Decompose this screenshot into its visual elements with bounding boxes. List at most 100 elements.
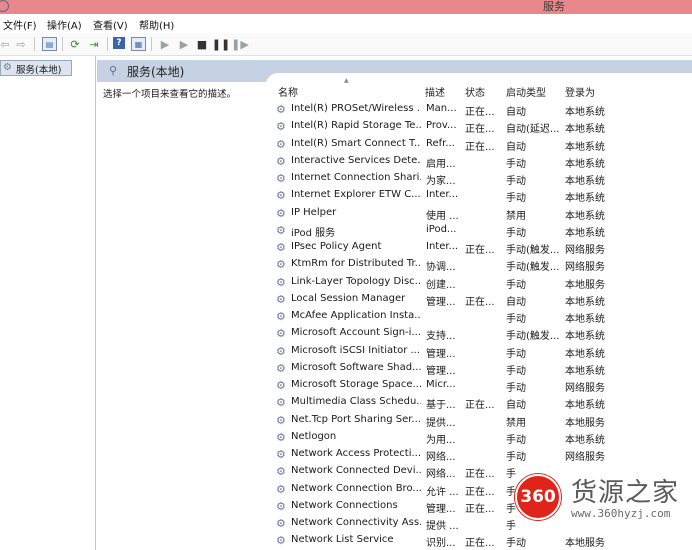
service-startup-type: 手动 — [506, 158, 526, 170]
service-gear-icon: ⚙ — [276, 154, 286, 168]
service-row[interactable]: ⚙ IPsec Policy Agent Inter... 正在... 手动(触发...… — [266, 239, 692, 256]
column-header-name[interactable]: 名称 — [278, 84, 298, 99]
start-service-icon[interactable]: ▶ — [158, 37, 172, 51]
stop-service-icon[interactable]: ■ — [195, 37, 209, 51]
title-bar: 服务 — [0, 0, 692, 14]
service-description: Micr... — [426, 379, 456, 390]
restart-service-icon[interactable]: ❚▶ — [231, 37, 249, 51]
service-status: 正在... — [465, 124, 495, 136]
service-row[interactable]: ⚙ Netlogon 为用... 手动 本地系统 — [266, 429, 692, 446]
column-header-description[interactable]: 描述 — [425, 84, 445, 99]
service-gear-icon: ⚙ — [276, 258, 286, 272]
show-hide-console-tree-icon[interactable]: ▤ — [42, 37, 57, 51]
column-header-status[interactable]: 状态 — [465, 84, 485, 99]
sort-ascending-icon: ▲ — [344, 77, 349, 84]
service-row[interactable]: ⚙ iPod 服务 iPod... 手动 本地系统 — [266, 222, 692, 239]
service-name: Netlogon — [291, 430, 337, 442]
service-gear-icon: ⚙ — [276, 172, 286, 185]
start-service-alt-icon[interactable]: ▶ — [177, 37, 191, 51]
service-row[interactable]: ⚙ Microsoft Account Sign-i... 支持... 手动(触发..… — [266, 325, 692, 342]
service-name: Network Connection Bro... — [291, 482, 421, 494]
help-icon[interactable]: ? — [113, 37, 125, 49]
service-description: 创建... — [426, 279, 456, 291]
service-description: 启用... — [426, 158, 456, 170]
properties-icon[interactable]: ▦ — [131, 37, 146, 51]
service-description: Inter... — [426, 189, 459, 201]
service-startup-type: 手动 — [506, 176, 526, 187]
service-name: Network Connected Devi... — [291, 465, 421, 477]
console-tree: ⚙ 服务(本地) — [0, 56, 96, 550]
toolbar-separator — [62, 37, 63, 51]
column-header-startup-type[interactable]: 启动类型 — [506, 84, 546, 99]
service-logon-as: 网络服务 — [565, 452, 605, 463]
refresh-icon[interactable]: ⟳ — [68, 37, 82, 51]
app-icon — [0, 0, 9, 12]
service-row[interactable]: ⚙ Link-Layer Topology Disc... 创建... 手动 本地服务 — [266, 274, 692, 291]
column-header-logon-as[interactable]: 登录为 — [565, 84, 595, 99]
tree-item-services-local[interactable]: ⚙ 服务(本地) — [0, 60, 72, 76]
service-row[interactable]: ⚙ Intel(R) Smart Connect T... Refr... 正在...… — [266, 136, 692, 153]
service-startup-type: 手动 — [506, 227, 526, 239]
menu-view[interactable]: 查看(V) — [93, 17, 128, 32]
service-row[interactable]: ⚙ Interactive Services Dete... 启用... 手动 本地系统 — [266, 153, 692, 170]
service-gear-icon: ⚙ — [276, 206, 286, 220]
service-name: Network Access Protecti... — [291, 448, 421, 459]
service-row[interactable]: ⚙ Multimedia Class Schedu... 基于... 正在... 自动 本… — [266, 394, 692, 411]
watermark: 360 货源之家 www.360hyzj.com — [515, 466, 692, 526]
service-gear-icon: ⚙ — [276, 327, 286, 341]
service-description: 使用 ... — [426, 210, 459, 222]
service-startup-type: 手动(触发... — [506, 245, 560, 256]
service-name: Microsoft Storage Space... — [291, 379, 421, 390]
service-status: 正在... — [465, 538, 495, 550]
service-row[interactable]: ⚙ IP Helper 使用 ... 禁用 本地系统 — [266, 205, 692, 222]
service-gear-icon: ⚙ — [276, 465, 286, 479]
service-logon-as: 本地系统 — [565, 365, 605, 377]
service-row[interactable]: ⚙ Net.Tcp Port Sharing Ser... 提供... 禁用 本地服务 — [266, 412, 692, 429]
back-arrow-icon[interactable]: ⇦ — [0, 37, 12, 51]
service-name: Network Connections — [291, 499, 398, 511]
service-gear-icon: ⚙ — [276, 292, 286, 306]
service-row[interactable]: ⚙ Local Session Manager 管理... 正在... 自动 本地系统 — [266, 291, 692, 308]
service-startup-type: 自动(延迟... — [506, 124, 560, 136]
service-logon-as: 本地系统 — [565, 193, 605, 205]
service-logon-as: 网络服务 — [565, 383, 605, 394]
service-logon-as: 本地系统 — [565, 176, 605, 187]
service-gear-icon: ⚙ — [276, 189, 286, 203]
service-row[interactable]: ⚙ Microsoft iSCSI Initiator ... 管理... 手动 本地系… — [266, 343, 692, 360]
search-icon: ⚲ — [109, 64, 118, 77]
service-row[interactable]: ⚙ Microsoft Storage Space... Micr... 手动 网络服务 — [266, 377, 692, 394]
service-row[interactable]: ⚙ Network Access Protecti... 网络... 手动 网络服务 — [266, 446, 692, 463]
watermark-brand: 货源之家 — [571, 478, 680, 508]
service-name: Interactive Services Dete... — [291, 154, 421, 166]
service-row[interactable]: ⚙ Network List Service 识别... 正在... 手动 本地服务 — [266, 532, 692, 549]
service-gear-icon: ⚙ — [276, 103, 286, 116]
service-status: 正在... — [465, 486, 495, 498]
service-startup-type: 手动 — [506, 314, 526, 325]
service-gear-icon: ⚙ — [276, 361, 286, 375]
menu-action[interactable]: 操作(A) — [47, 17, 82, 32]
menu-file[interactable]: 文件(F) — [3, 17, 37, 32]
service-name: IP Helper — [291, 206, 337, 218]
menu-help[interactable]: 帮助(H) — [139, 17, 174, 32]
service-description: 为家... — [426, 176, 456, 187]
service-logon-as: 本地系统 — [565, 158, 605, 170]
service-row[interactable]: ⚙ Intel(R) PROSet/Wireless ... Man... 正在...… — [266, 101, 692, 118]
service-gear-icon: ⚙ — [276, 448, 286, 461]
service-row[interactable]: ⚙ McAfee Application Insta... 手动 本地系统 — [266, 308, 692, 325]
service-status: 正在... — [465, 141, 495, 153]
service-row[interactable]: ⚙ Microsoft Software Shad... 管理... 手动 本地系统 — [266, 360, 692, 377]
service-row[interactable]: ⚙ Intel(R) Rapid Storage Te... Prov... 正在..… — [266, 118, 692, 135]
service-row[interactable]: ⚙ Internet Explorer ETW C... Inter... 手动 本地系… — [266, 187, 692, 204]
pause-service-icon[interactable]: ❚❚ — [212, 37, 230, 51]
service-description: 为用... — [426, 434, 456, 446]
service-description: Prov... — [426, 120, 457, 132]
service-gear-icon: ⚙ — [276, 223, 286, 237]
service-startup-type: 手动 — [506, 348, 526, 360]
service-row[interactable]: ⚙ KtmRm for Distributed Tr... 协调... 手动(触发..… — [266, 256, 692, 273]
forward-arrow-icon[interactable]: ⇨ — [14, 37, 28, 51]
service-logon-as: 本地系统 — [565, 124, 605, 136]
service-logon-as: 本地系统 — [565, 107, 605, 118]
service-row[interactable]: ⚙ Internet Connection Shari... 为家... 手动 本地系统 — [266, 170, 692, 187]
service-gear-icon: ⚙ — [276, 396, 286, 410]
export-list-icon[interactable]: ⇥ — [87, 37, 101, 51]
